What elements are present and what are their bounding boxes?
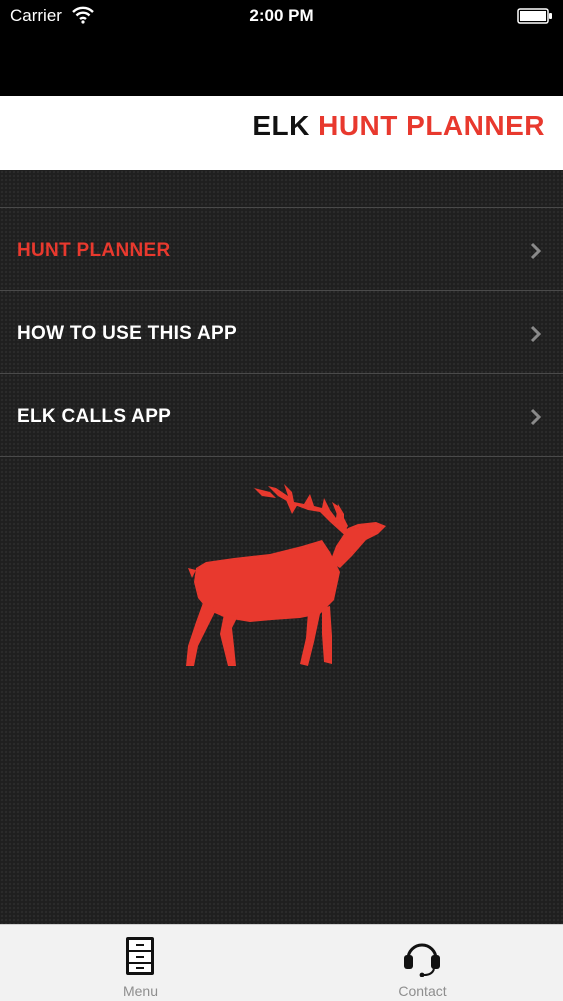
battery-icon [517,8,552,24]
menu-item-label: ELK CALLS APP [17,406,172,427]
menu-item-elk-calls-app[interactable]: ELK CALLS APP [0,374,563,457]
file-cabinet-icon [126,937,154,975]
app-header: ELK HUNT PLANNER [0,96,563,170]
chevron-right-icon [530,408,542,426]
chevron-right-icon [530,325,542,343]
tab-label: Menu [122,983,159,999]
app-title: ELK HUNT PLANNER [252,110,545,142]
tab-label: Contact [398,983,447,999]
main-content: HUNT PLANNER HOW TO USE THIS APP ELK CAL… [0,170,563,924]
menu-item-label: HUNT PLANNER [17,240,171,261]
app-title-hunt-planner: HUNT PLANNER [318,110,545,141]
chevron-right-icon [530,242,542,260]
tab-contact[interactable]: Contact [282,925,563,1001]
app-title-elk: ELK [252,110,310,141]
menu-list: HUNT PLANNER HOW TO USE THIS APP ELK CAL… [0,207,563,457]
tab-menu[interactable]: Menu [0,925,281,1001]
status-bar: Carrier 2:00 PM [0,0,563,32]
headset-icon [404,943,440,977]
elk-silhouette-icon [186,484,386,666]
tab-bar: Menu Contact [0,924,563,1001]
menu-item-how-to-use[interactable]: HOW TO USE THIS APP [0,291,563,374]
status-time: 2:00 PM [249,6,314,25]
menu-item-hunt-planner[interactable]: HUNT PLANNER [0,208,563,291]
menu-item-label: HOW TO USE THIS APP [17,323,237,344]
